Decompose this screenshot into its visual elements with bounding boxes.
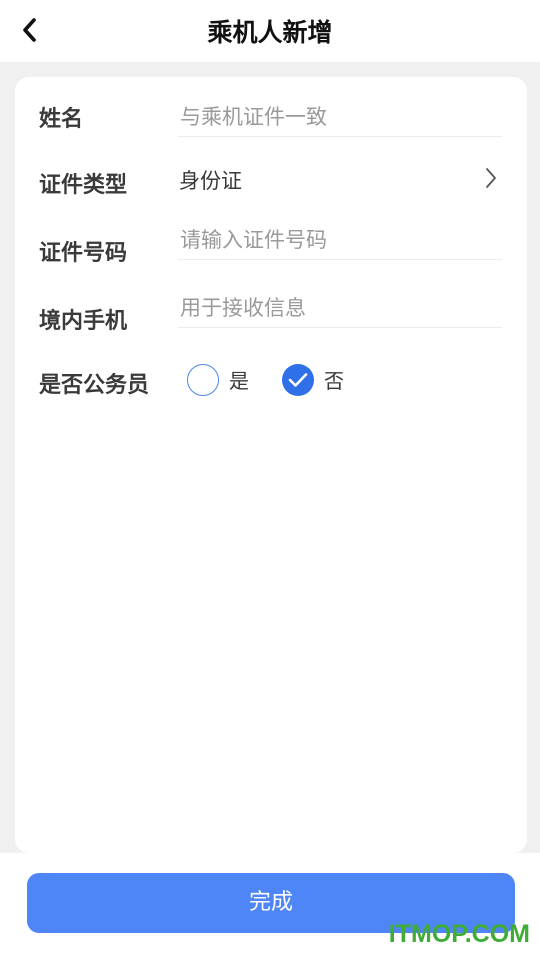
name-input[interactable]: [178, 97, 502, 137]
name-row: 姓名: [15, 89, 527, 139]
checkmark-icon: [288, 372, 308, 388]
nav-bar: 乘机人新增: [0, 0, 540, 62]
phone-label: 境内手机: [39, 309, 128, 334]
civil-servant-label: 是否公务员: [39, 373, 150, 398]
chevron-right-icon[interactable]: [479, 163, 503, 193]
id-number-label: 证件号码: [39, 241, 128, 266]
id-type-label: 证件类型: [39, 173, 128, 198]
phone-input[interactable]: [178, 288, 502, 328]
id-number-row: 证件号码: [15, 220, 527, 273]
civil-servant-yes-label[interactable]: 是: [229, 365, 249, 394]
passenger-form-card: 姓名 证件类型 身份证 证件号码 境内手机 是否公务员 是 否: [15, 77, 527, 853]
name-label: 姓名: [39, 107, 84, 132]
phone-row: 境内手机: [15, 288, 527, 341]
civil-servant-row: 是否公务员 是 否: [15, 355, 527, 405]
civil-servant-no-label[interactable]: 否: [324, 365, 344, 394]
back-button[interactable]: [12, 14, 48, 50]
civil-servant-yes-radio[interactable]: [187, 364, 219, 396]
id-type-row[interactable]: 证件类型 身份证: [15, 155, 527, 205]
id-number-input[interactable]: [178, 220, 502, 260]
chevron-left-icon: [19, 15, 41, 49]
page-title: 乘机人新增: [207, 18, 333, 47]
civil-servant-no-radio[interactable]: [282, 364, 314, 396]
id-type-value[interactable]: 身份证: [179, 165, 242, 195]
watermark-text: ITMOP.COM: [388, 920, 530, 948]
